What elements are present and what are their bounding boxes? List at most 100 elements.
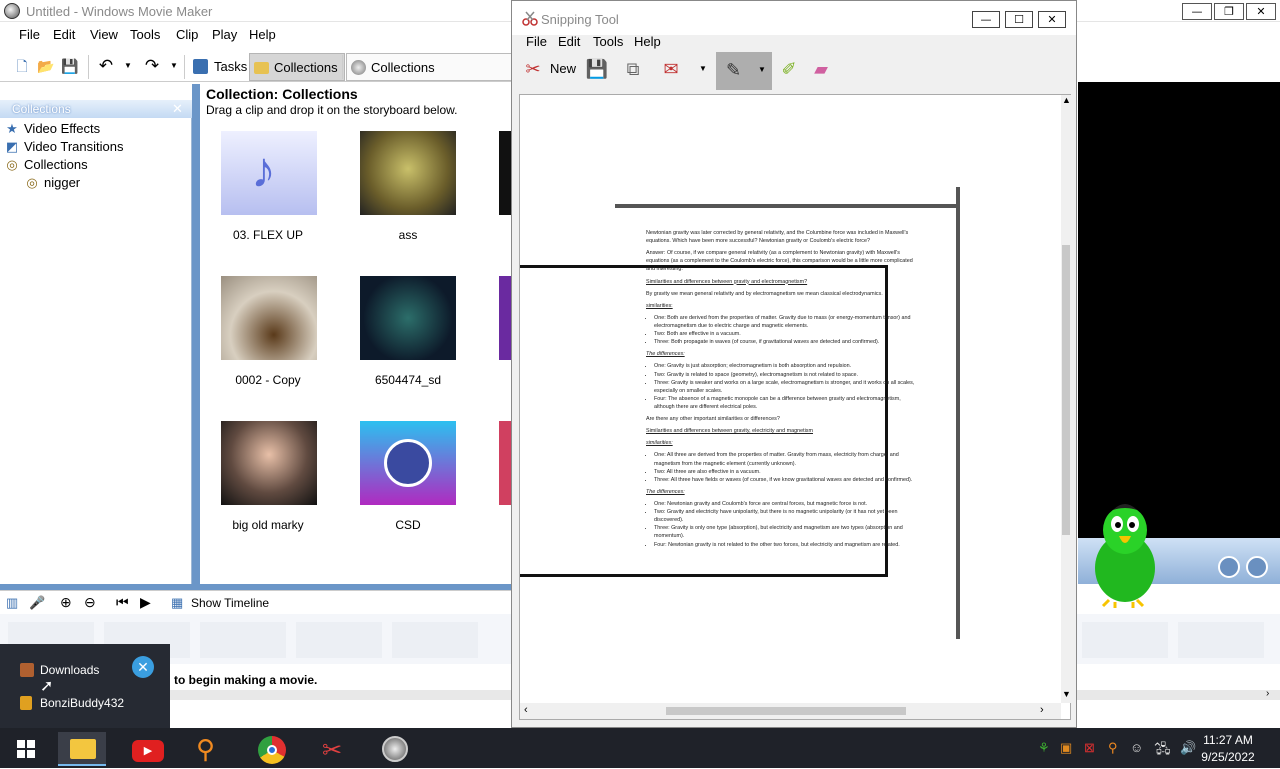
volume-icon[interactable]: 🔊 [1180,740,1196,756]
taskbar-snipping-tool[interactable]: ✂ [310,732,358,766]
taskbar-movie-maker[interactable] [370,732,418,766]
menu-help[interactable]: Help [249,27,276,42]
tasks-label: Tasks [214,59,248,74]
panel-splitter[interactable] [192,84,200,584]
jumplist-item-downloads[interactable]: Downloads [20,663,99,677]
snipping-tool-toolbar: ✂ New 💾 ⧉ ✉ ▼ ✎ ▼ ✐ ▰ [512,51,1076,91]
storyboard-cell[interactable] [200,622,286,658]
vertical-scroll-thumb[interactable] [1062,245,1070,535]
zoom-out-icon[interactable]: ⊖ [84,594,96,611]
narrate-icon[interactable]: 🎤 [29,595,45,611]
open-project-icon[interactable]: 📂 [37,57,55,75]
redo-icon[interactable]: ↷ [143,57,161,75]
tray-app-icon[interactable]: ▣ [1060,740,1072,756]
start-button[interactable] [2,732,50,766]
clip-thumbnail-music[interactable]: ♪ [221,131,317,215]
save-project-icon[interactable]: 💾 [61,57,79,75]
storyboard-cell[interactable] [392,622,478,658]
close-panel-icon[interactable]: ✕ [172,101,183,117]
windows-logo-icon [17,740,35,758]
tree-item-collections[interactable]: ◎ Collections [4,156,87,174]
snip-minimize-button[interactable]: — [972,11,1000,28]
network-icon[interactable]: 🖧 [1156,740,1171,762]
menu-clip[interactable]: Clip [176,27,198,42]
clip-thumbnail-marky[interactable] [221,421,317,505]
tray-emoji-icon[interactable]: ☺ [1130,740,1143,755]
scroll-right-icon[interactable]: › [1266,688,1269,699]
horizontal-scroll-thumb[interactable] [666,707,906,715]
jumplist-item-bonzibuddy[interactable]: BonziBuddy432 [20,696,124,710]
pen-dropdown-icon[interactable]: ▼ [758,65,766,74]
close-icon[interactable]: ✕ [132,656,154,678]
redo-dropdown-icon[interactable]: ▼ [165,57,183,75]
menu-edit[interactable]: Edit [53,27,75,42]
taskbar-chrome[interactable] [248,732,296,766]
highlighter-icon[interactable]: ✐ [776,56,802,82]
scroll-left-icon[interactable]: ‹ [524,704,528,716]
tree-item-video-transitions[interactable]: ◩ Video Transitions [4,138,124,156]
new-snip-icon[interactable]: ✂ [520,56,546,82]
pen-tool-selected[interactable]: ✎ ▼ [716,52,772,90]
new-project-icon[interactable]: 🗋 [13,57,31,75]
clip-thumbnail-partial[interactable] [499,276,511,360]
snip-close-button[interactable]: ✕ [1038,11,1066,28]
taskbar-search-app[interactable]: ⚲ [186,732,234,766]
save-snip-icon[interactable]: 💾 [584,56,610,82]
menu-view[interactable]: View [90,27,118,42]
send-snip-icon[interactable]: ✉ [658,56,684,82]
snip-menu-file[interactable]: File [526,34,547,49]
taskbar-youtube[interactable]: ▶ [124,732,172,766]
collections-button[interactable]: Collections [249,53,345,81]
restore-button[interactable]: ❐ [1214,3,1244,20]
tray-search-icon[interactable]: ⚲ [1108,740,1118,756]
scroll-up-icon[interactable]: ▲ [1062,95,1071,105]
clip-thumbnail-partial[interactable] [499,131,511,215]
clip-thumbnail-partial[interactable] [499,421,511,505]
tasks-button[interactable]: Tasks [190,53,253,81]
clip-thumbnail-copy[interactable] [221,276,317,360]
send-dropdown-icon[interactable]: ▼ [690,56,716,82]
play-storyboard-icon[interactable]: ▶ [140,594,151,611]
eraser-icon[interactable]: ▰ [808,56,834,82]
snip-menu-tools[interactable]: Tools [593,34,623,49]
clip-thumbnail-sd[interactable] [360,276,456,360]
menu-tools[interactable]: Tools [130,27,160,42]
tray-app-icon[interactable]: ⚘ [1038,740,1050,756]
close-button[interactable]: ✕ [1246,3,1276,20]
collections-dropdown[interactable]: Collections [346,53,512,81]
snip-menu-help[interactable]: Help [634,34,661,49]
rewind-icon[interactable]: ⏮ [116,594,129,611]
zoom-in-icon[interactable]: ⊕ [60,594,72,611]
storyboard-cell[interactable] [1178,622,1264,658]
scroll-down-icon[interactable]: ▼ [1062,689,1071,699]
scroll-right-icon[interactable]: › [1040,704,1044,716]
taskbar-clock[interactable]: 11:27 AM 9/25/2022 [1198,733,1258,764]
storyboard-icon[interactable]: ▥ [6,595,18,611]
snapshot-icon[interactable] [1246,556,1268,578]
undo-icon[interactable]: ↶ [97,57,115,75]
snip-maximize-button[interactable]: ☐ [1005,11,1033,28]
snip-menu-edit[interactable]: Edit [558,34,580,49]
bonzi-parrot-icon[interactable] [1085,500,1165,610]
toolbar-separator [184,55,185,79]
tray-app-icon[interactable]: ⊠ [1084,740,1095,756]
tree-item-subcollection[interactable]: ◎ nigger [24,174,80,192]
storyboard-cell[interactable] [1082,622,1168,658]
copy-icon[interactable]: ⧉ [620,56,646,82]
menu-play[interactable]: Play [212,27,237,42]
show-timeline-button[interactable]: Show Timeline [191,596,269,610]
undo-dropdown-icon[interactable]: ▼ [119,57,137,75]
minimize-button[interactable]: — [1182,3,1212,20]
doc-paragraph: By gravity we mean general relativity an… [646,290,883,297]
tree-item-video-effects[interactable]: ★ Video Effects [4,120,100,138]
taskbar: ▶ ⚲ ✂ ⚘ ▣ ⊠ ⚲ ☺ ⌃ 🖧 🔊 [0,728,1280,768]
clip-thumbnail-ass[interactable] [360,131,456,215]
split-clip-icon[interactable] [1218,556,1240,578]
menu-file[interactable]: File [19,27,40,42]
clip-thumbnail-csd[interactable] [360,421,456,505]
snip-horizontal-scrollbar[interactable]: ‹ › [520,703,1061,719]
storyboard-cell[interactable] [296,622,382,658]
taskbar-file-explorer[interactable] [58,732,106,766]
snip-vertical-scrollbar[interactable]: ▲ ▼ [1061,95,1071,703]
new-snip-button[interactable]: New [550,61,576,76]
